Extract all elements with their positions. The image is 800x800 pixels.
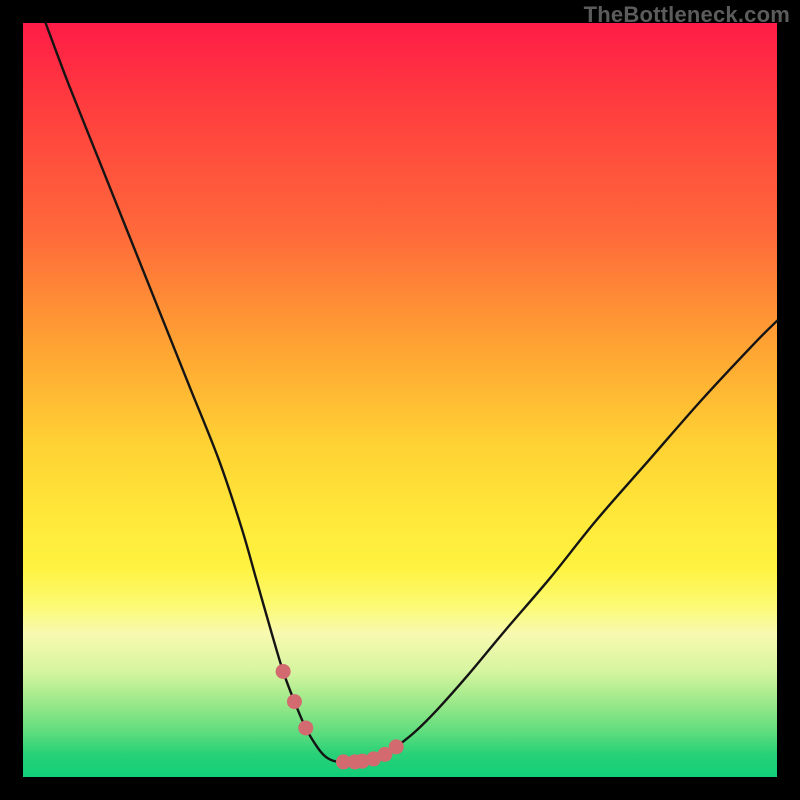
curve-svg [23,23,777,777]
marker-dot [276,664,291,679]
chart-stage: TheBottleneck.com [0,0,800,800]
marker-dot [287,694,302,709]
marker-dot [298,720,313,735]
plot-area [23,23,777,777]
bottleneck-curve [46,23,777,762]
marker-dots-group [276,664,404,769]
marker-dot [389,739,404,754]
